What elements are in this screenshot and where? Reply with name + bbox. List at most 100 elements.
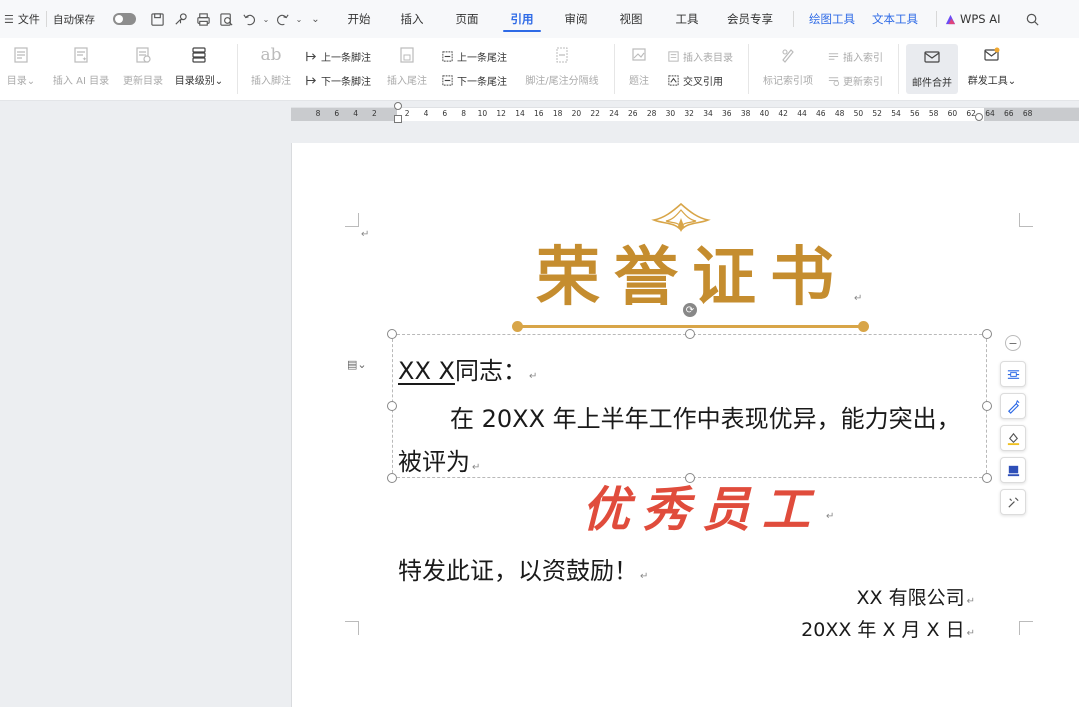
- bulk-tools-button[interactable]: 群发工具⌄: [964, 38, 1020, 87]
- update-index-label: 更新索引: [843, 76, 883, 88]
- undo-icon[interactable]: [238, 0, 261, 38]
- recipient-name[interactable]: XX X: [398, 357, 455, 385]
- wps-ai-label: WPS AI: [960, 12, 1001, 26]
- insert-ai-toc-button[interactable]: ✦ 插入 AI 目录: [48, 38, 114, 87]
- toc-level-button[interactable]: 目录级别⌄: [172, 38, 226, 87]
- text-wrap-button[interactable]: [1000, 361, 1026, 387]
- print-icon[interactable]: [192, 0, 215, 38]
- document-page[interactable]: ↵ 荣誉证书 ↵ ⟳ ▤⌄ XX X同志： ↵ 在 20XX 年上半年工作中表现优…: [291, 143, 1079, 707]
- horizontal-ruler[interactable]: 8 6 4 2 2 4 6 8 10 12 14 16 18 20 22 24 26 28 30 32 34 36 38 40…: [291, 102, 1079, 123]
- ribbon-references: 目录⌄ ✦ 插入 AI 目录 更新目录 目录级别⌄ ab 插入脚注 上一条脚注 …: [0, 38, 1079, 101]
- insert-index-label: 插入索引: [843, 52, 883, 64]
- autosave-toggle[interactable]: [113, 13, 136, 25]
- redo-icon[interactable]: [271, 0, 294, 38]
- save-icon[interactable]: [146, 0, 169, 38]
- recipient-line[interactable]: XX X同志： ↵: [398, 351, 537, 386]
- toc-icon: [10, 44, 32, 66]
- paragraph-mark: ↵: [966, 628, 975, 639]
- prev-footnote-label: 上一条脚注: [321, 52, 371, 64]
- shape-style-button[interactable]: [1000, 457, 1026, 483]
- divider: [748, 44, 749, 94]
- tab-references[interactable]: 引用: [495, 0, 549, 38]
- outline-pen-button[interactable]: [1000, 393, 1026, 419]
- ruler-tick-label: 6: [334, 109, 340, 118]
- prev-footnote-icon: [304, 49, 318, 63]
- undo-dropdown-icon[interactable]: ⌄: [261, 0, 271, 38]
- tab-text-tools[interactable]: 文本工具: [862, 0, 928, 38]
- more-chevron-icon[interactable]: ⌄: [304, 0, 327, 38]
- prev-endnote-button[interactable]: 上一条尾注: [440, 48, 507, 64]
- ruler-tick-label: 38: [740, 109, 751, 118]
- file-menu[interactable]: ☰ 文件: [0, 0, 42, 38]
- more-tools-button[interactable]: [1000, 489, 1026, 515]
- resize-handle[interactable]: [982, 401, 992, 411]
- tab-view[interactable]: 视图: [603, 0, 659, 38]
- toc-level-label: 目录级别⌄: [174, 76, 224, 87]
- resize-handle[interactable]: [685, 329, 695, 339]
- mail-merge-button[interactable]: 邮件合并: [906, 44, 958, 94]
- update-toc-button[interactable]: 更新目录: [120, 38, 166, 87]
- mail-merge-label: 邮件合并: [912, 78, 952, 89]
- next-footnote-button[interactable]: 下一条脚注: [304, 72, 371, 88]
- tab-member[interactable]: 会员专享: [715, 0, 785, 38]
- caption-button[interactable]: 题注: [626, 38, 652, 87]
- resize-handle[interactable]: [387, 329, 397, 339]
- insert-table-of-figures-button[interactable]: 插入表目录: [666, 48, 733, 64]
- ruler-left-margin: [291, 108, 397, 121]
- ruler-tick-label: 34: [703, 109, 713, 118]
- right-indent-marker[interactable]: [975, 113, 983, 121]
- tab-review[interactable]: 审阅: [549, 0, 603, 38]
- table-of-figures-icon: [666, 49, 680, 63]
- body-line-1[interactable]: 在 20XX 年上半年工作中表现优异，能力突出，: [450, 399, 961, 434]
- redo-dropdown-icon[interactable]: ⌄: [294, 0, 304, 38]
- ruler-tick-label: 48: [834, 109, 845, 118]
- tab-tools[interactable]: 工具: [659, 0, 715, 38]
- ruler-tick-label: 42: [778, 109, 788, 118]
- insert-footnote-button[interactable]: ab 插入脚注: [248, 38, 294, 87]
- separator-line-icon: [551, 44, 573, 66]
- resize-handle[interactable]: [982, 473, 992, 483]
- note-separator-button[interactable]: 脚注/尾注分隔线: [520, 38, 604, 87]
- ruler-tick-label: 24: [609, 109, 619, 118]
- ruler-tick-label: 68: [1022, 109, 1033, 118]
- issue-date[interactable]: 20XX 年 X 月 X 日 ↵: [801, 615, 975, 642]
- fill-color-button[interactable]: [1000, 425, 1026, 451]
- export-icon[interactable]: [169, 0, 192, 38]
- insert-endnote-button[interactable]: 插入尾注: [384, 38, 430, 87]
- ruler-tick-label: 4: [353, 109, 358, 118]
- tab-insert[interactable]: 插入: [385, 0, 439, 38]
- resize-handle[interactable]: [387, 401, 397, 411]
- prev-footnote-button[interactable]: 上一条脚注: [304, 48, 371, 64]
- next-endnote-button[interactable]: 下一条尾注: [440, 72, 507, 88]
- tab-home[interactable]: 开始: [333, 0, 385, 38]
- resize-handle[interactable]: [387, 473, 397, 483]
- ruler-tick-label: 20: [571, 109, 582, 118]
- ruler-tick-label: 64: [985, 109, 995, 118]
- company-name[interactable]: XX 有限公司 ↵: [857, 583, 975, 610]
- toc-label: 目录⌄: [6, 76, 36, 87]
- mark-index-entry-button[interactable]: 标记索引项: [760, 38, 816, 87]
- margin-corner-mark: [1019, 621, 1033, 635]
- print-preview-icon[interactable]: [215, 0, 238, 38]
- wps-ai-button[interactable]: WPS AI: [945, 12, 1001, 26]
- closing-line[interactable]: 特发此证，以资鼓励！ ↵: [398, 551, 648, 586]
- cross-reference-button[interactable]: 交叉引用: [666, 72, 723, 88]
- search-icon[interactable]: [1021, 0, 1044, 38]
- hamburger-icon: ☰: [4, 12, 14, 26]
- fill-bucket-icon: [1007, 432, 1019, 445]
- left-indent-marker[interactable]: [394, 115, 402, 123]
- tab-page[interactable]: 页面: [439, 0, 495, 38]
- toc-button[interactable]: 目录⌄: [6, 38, 36, 87]
- update-index-button[interactable]: 更新索引: [826, 72, 883, 88]
- collapse-icon[interactable]: −: [1005, 335, 1021, 351]
- ruler-tick-label: 14: [515, 109, 525, 118]
- resize-handle[interactable]: [982, 329, 992, 339]
- rotate-handle-icon[interactable]: ⟳: [683, 303, 697, 317]
- body-line-2[interactable]: 被评为 ↵: [398, 442, 480, 477]
- insert-index-button[interactable]: 插入索引: [826, 48, 883, 64]
- first-line-indent-marker[interactable]: [394, 102, 402, 110]
- ruler-tick-label: 6: [442, 109, 448, 118]
- tab-drawing-tools[interactable]: 绘图工具: [802, 0, 862, 38]
- layout-options-icon[interactable]: ▤⌄: [347, 358, 367, 371]
- mark-index-icon: [777, 44, 799, 66]
